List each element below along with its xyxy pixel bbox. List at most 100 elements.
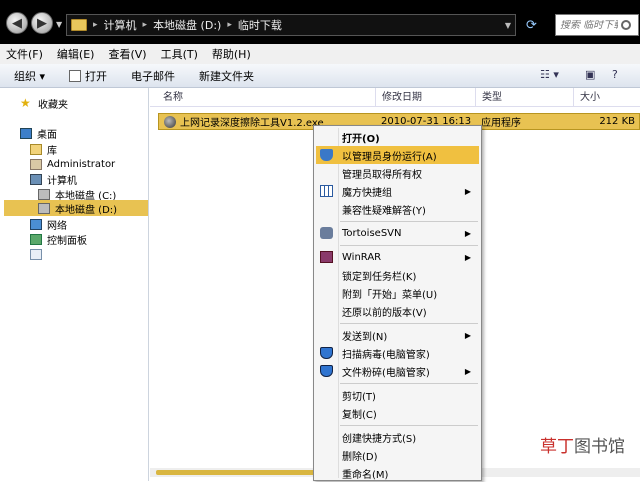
- menu-cut[interactable]: 剪切(T): [316, 386, 479, 404]
- menu-take-ownership-label: 管理员取得所有权: [342, 169, 422, 181]
- menu-separator: [340, 221, 478, 222]
- scrollbar-thumb[interactable]: [156, 470, 316, 475]
- menu-pin-start[interactable]: 附到「开始」菜单(U): [316, 284, 479, 302]
- forward-button[interactable]: ▶: [31, 12, 53, 34]
- open-icon: [69, 69, 82, 82]
- menu-file-shred[interactable]: 文件粉碎(电脑管家) ▶: [316, 362, 479, 380]
- menu-pin-taskbar[interactable]: 锁定到任务栏(K): [316, 266, 479, 284]
- view-options-icon[interactable]: ☷ ▾: [540, 68, 559, 81]
- menu-take-ownership[interactable]: 管理员取得所有权: [316, 164, 479, 182]
- tree-desktop[interactable]: 桌面: [20, 125, 57, 141]
- user-folder-icon: [30, 158, 42, 170]
- tree-user[interactable]: Administrator: [30, 156, 115, 172]
- winrar-icon: [320, 251, 333, 263]
- breadcrumb-separator-icon[interactable]: ▸: [227, 20, 232, 30]
- menu-tortoisesvn[interactable]: TortoiseSVN ▶: [316, 224, 479, 242]
- pc-manager-shield-icon: [320, 347, 333, 359]
- menu-winrar[interactable]: WinRAR ▶: [316, 248, 479, 266]
- column-type[interactable]: 类型: [476, 88, 574, 107]
- menu-send-to-label: 发送到(N): [342, 331, 388, 343]
- organize-button[interactable]: 组织 ▾: [14, 68, 45, 84]
- command-bar: 组织 ▾ 打开 电子邮件 新建文件夹 ☷ ▾ ▣ ?: [0, 64, 640, 88]
- watermark-gray: 图书馆: [574, 437, 625, 457]
- tree-user-label: Administrator: [47, 158, 116, 170]
- address-bar[interactable]: ▸ 计算机 ▸ 本地磁盘 (D:) ▸ 临时下载 ▼: [66, 14, 516, 36]
- navigation-pane: ★ 收藏夹 桌面 库 Administrator 计算机 本地磁盘 (C:) 本地…: [0, 88, 149, 481]
- menu-separator: [340, 245, 478, 246]
- submenu-arrow-icon: ▶: [464, 330, 471, 340]
- menu-copy[interactable]: 复制(C): [316, 404, 479, 422]
- menu-tortoisesvn-label: TortoiseSVN: [342, 227, 402, 239]
- open-button[interactable]: 打开: [69, 68, 107, 84]
- organize-label: 组织 ▾: [14, 69, 46, 83]
- menu-file-shred-label: 文件粉碎(电脑管家): [342, 367, 430, 379]
- menu-winrar-label: WinRAR: [342, 251, 382, 263]
- refresh-icon[interactable]: ⟳: [526, 18, 542, 34]
- menu-open-label: 打开(O): [342, 133, 380, 145]
- menu-send-to[interactable]: 发送到(N) ▶: [316, 326, 479, 344]
- new-folder-button[interactable]: 新建文件夹: [199, 68, 254, 84]
- menu-edit[interactable]: 编辑(E): [57, 46, 95, 62]
- watermark: 草丁图书馆: [540, 432, 625, 457]
- tree-computer[interactable]: 计算机: [30, 171, 77, 187]
- pc-manager-shield-icon: [320, 365, 333, 377]
- preview-pane-icon[interactable]: ▣: [585, 68, 595, 81]
- menu-help[interactable]: 帮助(H): [212, 46, 251, 62]
- tree-control-panel-label: 控制面板: [47, 235, 87, 247]
- menu-magic-shortcuts[interactable]: 魔方快捷组 ▶: [316, 182, 479, 200]
- tree-library[interactable]: 库: [30, 141, 57, 157]
- tree-network[interactable]: 网络: [30, 216, 67, 232]
- column-size[interactable]: 大小: [574, 88, 640, 107]
- menu-run-as-admin-label: 以管理员身份运行(A): [342, 151, 437, 163]
- submenu-arrow-icon: ▶: [464, 228, 471, 238]
- breadcrumb-drive-d[interactable]: 本地磁盘 (D:): [153, 17, 221, 33]
- menu-rename[interactable]: 重命名(M): [316, 464, 479, 482]
- open-label: 打开: [85, 69, 108, 83]
- tree-favorites-label: 收藏夹: [38, 99, 68, 111]
- search-box[interactable]: [555, 14, 639, 36]
- email-button[interactable]: 电子邮件: [131, 68, 175, 84]
- control-panel-icon: [30, 233, 42, 245]
- menu-file[interactable]: 文件(F): [6, 46, 43, 62]
- menu-bar: 文件(F) 编辑(E) 查看(V) 工具(T) 帮助(H): [0, 44, 640, 64]
- back-button[interactable]: ◀: [6, 12, 28, 34]
- new-folder-label: 新建文件夹: [199, 69, 255, 83]
- menu-compat-troubleshoot[interactable]: 兼容性疑难解答(Y): [316, 200, 479, 218]
- menu-pin-start-label: 附到「开始」菜单(U): [342, 289, 438, 301]
- menu-scan-virus[interactable]: 扫描病毒(电脑管家): [316, 344, 479, 362]
- title-bar: ◀ ▶ ▼ ▸ 计算机 ▸ 本地磁盘 (D:) ▸ 临时下载 ▼ ⟳: [0, 0, 640, 44]
- address-dropdown-icon[interactable]: ▼: [505, 21, 511, 30]
- menu-restore-previous[interactable]: 还原以前的版本(V): [316, 302, 479, 320]
- help-icon[interactable]: ?: [612, 68, 618, 81]
- tree-network-label: 网络: [47, 220, 67, 232]
- submenu-arrow-icon: ▶: [464, 366, 471, 376]
- menu-create-shortcut-label: 创建快捷方式(S): [342, 433, 417, 445]
- menu-view[interactable]: 查看(V): [108, 46, 146, 62]
- menu-magic-shortcuts-label: 魔方快捷组: [342, 187, 392, 199]
- tree-control-panel[interactable]: 控制面板: [30, 231, 87, 247]
- watermark-red: 草丁: [540, 437, 574, 457]
- search-input[interactable]: [560, 19, 618, 31]
- menu-run-as-admin[interactable]: 以管理员身份运行(A): [316, 146, 479, 164]
- breadcrumb-temp-download[interactable]: 临时下载: [238, 17, 282, 33]
- menu-rename-label: 重命名(M): [342, 469, 389, 481]
- menu-create-shortcut[interactable]: 创建快捷方式(S): [316, 428, 479, 446]
- breadcrumb-separator-icon[interactable]: ▸: [93, 20, 98, 30]
- tree-drive-d[interactable]: 本地磁盘 (D:): [4, 200, 148, 216]
- tree-favorites[interactable]: ★ 收藏夹: [20, 95, 68, 111]
- breadcrumb-computer[interactable]: 计算机: [104, 17, 137, 33]
- column-name[interactable]: 名称: [150, 88, 376, 107]
- menu-tools[interactable]: 工具(T): [161, 46, 198, 62]
- menu-delete[interactable]: 删除(D): [316, 446, 479, 464]
- menu-open[interactable]: 打开(O): [316, 128, 479, 146]
- search-icon[interactable]: [621, 20, 631, 30]
- menu-separator: [340, 323, 478, 324]
- history-dropdown-icon[interactable]: ▼: [56, 20, 62, 29]
- tree-drive-d-label: 本地磁盘 (D:): [55, 204, 118, 216]
- tree-recycle-bin[interactable]: [30, 246, 47, 262]
- column-modified[interactable]: 修改日期: [376, 88, 476, 107]
- exe-file-icon: [164, 115, 176, 128]
- breadcrumb-separator-icon[interactable]: ▸: [143, 20, 148, 30]
- menu-cut-label: 剪切(T): [342, 391, 376, 403]
- email-label: 电子邮件: [131, 69, 176, 83]
